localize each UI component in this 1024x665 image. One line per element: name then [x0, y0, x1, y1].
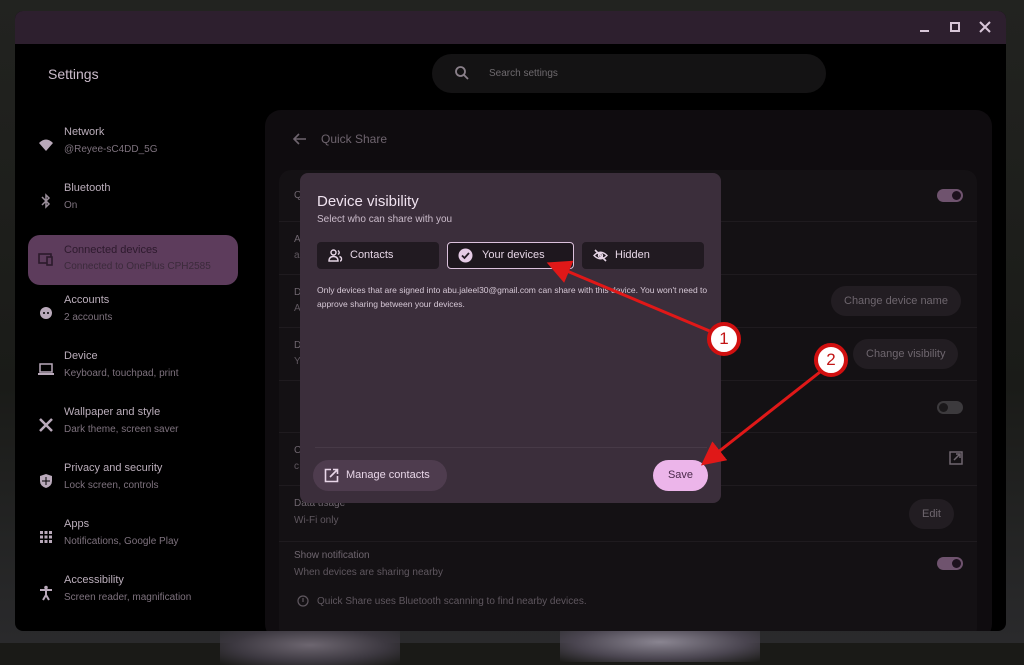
page-title: Quick Share: [321, 132, 387, 146]
sidebar-item-sublabel: Screen reader, magnification: [64, 592, 191, 603]
minimize-icon: [920, 30, 929, 32]
sidebar-item-device[interactable]: Device Keyboard, touchpad, print: [28, 343, 254, 399]
show-notification-toggle[interactable]: [937, 557, 963, 570]
dialog-title: Device visibility: [317, 193, 419, 210]
eye-off-icon: [593, 248, 608, 263]
sidebar: Network @Reyee-sC4DD_5G Bluetooth On Con…: [28, 119, 254, 623]
sidebar-item-sublabel: Lock screen, controls: [64, 480, 159, 491]
check-circle-icon: [458, 248, 473, 263]
option-contacts[interactable]: Contacts: [317, 242, 439, 269]
sidebar-item-sublabel: Keyboard, touchpad, print: [64, 368, 179, 379]
manage-contacts-button[interactable]: Manage contacts: [313, 460, 447, 491]
accounts-icon: [38, 305, 54, 321]
maximize-icon: [950, 22, 960, 32]
visibility-description: Only devices that are signed into abu.ja…: [317, 283, 712, 311]
device-visibility-dialog: Device visibility Select who can share w…: [300, 173, 721, 503]
toggle-knob: [952, 559, 961, 568]
sidebar-item-accessibility[interactable]: Accessibility Screen reader, magnificati…: [28, 567, 254, 623]
wifi-icon: [38, 137, 54, 153]
quick-share-toggle[interactable]: [937, 189, 963, 202]
maximize-button[interactable]: [944, 17, 966, 37]
sidebar-item-wallpaper[interactable]: Wallpaper and style Dark theme, screen s…: [28, 399, 254, 455]
sidebar-item-label: Bluetooth: [64, 182, 110, 194]
shield-icon: [38, 473, 54, 489]
close-button[interactable]: [974, 17, 996, 37]
wallpaper-shape: [220, 625, 400, 665]
sidebar-item-sublabel: @Reyee-sC4DD_5G: [64, 144, 158, 155]
accessibility-icon: [38, 585, 54, 601]
sidebar-item-label: Device: [64, 350, 98, 362]
sidebar-item-label: Connected devices: [64, 244, 158, 256]
option-label: Hidden: [615, 249, 650, 261]
sidebar-item-label: Wallpaper and style: [64, 406, 160, 418]
toggle-knob: [939, 403, 948, 412]
sidebar-item-sublabel: Connected to OnePlus CPH2585: [64, 261, 211, 272]
info-text: Quick Share uses Bluetooth scanning to f…: [317, 596, 587, 607]
option-your-devices[interactable]: Your devices: [447, 242, 574, 269]
sidebar-item-label: Network: [64, 126, 104, 138]
minimize-button[interactable]: [914, 17, 936, 37]
sidebar-item-label: Privacy and security: [64, 462, 162, 474]
open-external-icon[interactable]: [949, 451, 963, 465]
sidebar-item-sublabel: Dark theme, screen saver: [64, 424, 179, 435]
row-subtitle: c: [294, 461, 299, 472]
row-title: Show notification: [294, 550, 370, 561]
change-visibility-button[interactable]: Change visibility: [853, 339, 958, 369]
palette-icon: [38, 417, 54, 433]
sidebar-item-sublabel: Notifications, Google Play: [64, 536, 179, 547]
search-icon: [454, 65, 470, 81]
annotation-badge-1: 1: [707, 322, 741, 356]
contacts-icon: [328, 248, 343, 263]
sidebar-item-connected-devices[interactable]: Connected devices Connected to OnePlus C…: [28, 235, 238, 285]
sidebar-item-sublabel: 2 accounts: [64, 312, 112, 323]
save-button[interactable]: Save: [653, 460, 708, 491]
manage-contacts-label: Manage contacts: [346, 469, 430, 481]
laptop-icon: [38, 361, 54, 377]
row-subtitle: When devices are sharing nearby: [294, 567, 443, 578]
edit-data-usage-button[interactable]: Edit: [909, 499, 954, 529]
apps-grid-icon: [38, 529, 54, 545]
connected-devices-icon: [38, 251, 54, 267]
sidebar-item-accounts[interactable]: Accounts 2 accounts: [28, 287, 254, 343]
app-title: Settings: [48, 66, 99, 82]
title-bar: [15, 11, 1006, 44]
back-arrow-icon[interactable]: [293, 132, 307, 146]
row-subtitle: a: [294, 250, 300, 261]
open-external-icon: [324, 468, 339, 483]
sidebar-item-network[interactable]: Network @Reyee-sC4DD_5G: [28, 119, 254, 175]
sidebar-item-bluetooth[interactable]: Bluetooth On: [28, 175, 254, 231]
search-input[interactable]: [489, 65, 789, 82]
annotation-badge-2: 2: [814, 343, 848, 377]
sidebar-item-sublabel: On: [64, 200, 77, 211]
row-subtitle: Wi-Fi only: [294, 515, 338, 526]
option-label: Contacts: [350, 249, 393, 261]
sidebar-item-apps[interactable]: Apps Notifications, Google Play: [28, 511, 254, 567]
dialog-subtitle: Select who can share with you: [317, 214, 452, 225]
sidebar-item-label: Apps: [64, 518, 89, 530]
sidebar-item-label: Accounts: [64, 294, 109, 306]
show-notification-row: Show notification When devices are shari…: [279, 542, 977, 588]
change-device-name-button[interactable]: Change device name: [831, 286, 961, 316]
sidebar-item-label: Accessibility: [64, 574, 124, 586]
info-icon: [297, 595, 309, 607]
bluetooth-icon: [38, 193, 54, 209]
search-bar[interactable]: [432, 54, 826, 93]
option-label: Your devices: [482, 249, 545, 261]
close-icon: [979, 21, 991, 33]
option-hidden[interactable]: Hidden: [582, 242, 704, 269]
toggle-knob: [952, 191, 961, 200]
dialog-divider: [315, 447, 707, 448]
sidebar-item-privacy[interactable]: Privacy and security Lock screen, contro…: [28, 455, 254, 511]
setting-toggle[interactable]: [937, 401, 963, 414]
